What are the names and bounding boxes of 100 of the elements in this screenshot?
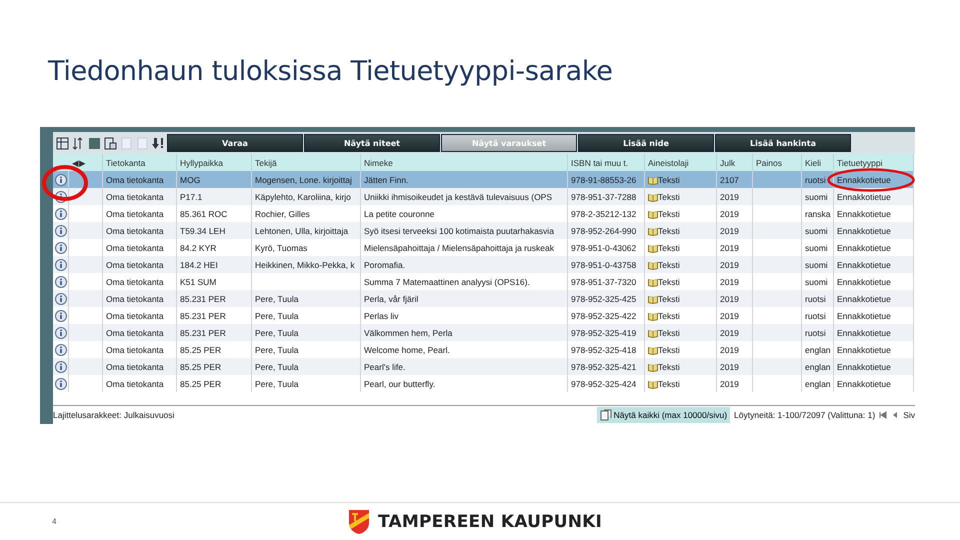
toolbar-button[interactable]: Näytä niteet <box>304 134 440 152</box>
table-cell: ruotsi <box>802 171 834 188</box>
table-cell: 978-2-35212-132 <box>568 205 645 222</box>
table-cell: 85.361 ROC <box>177 205 252 222</box>
table-cell: Oma tietokanta <box>103 239 177 256</box>
table-cell: Oma tietokanta <box>103 171 177 188</box>
toolbar-icon[interactable] <box>72 136 85 150</box>
table-cell: 978-91-88553-26 <box>568 171 645 188</box>
table-cell: Ennakkotietue <box>834 256 914 273</box>
table-cell: suomi <box>802 222 834 239</box>
book-icon <box>648 378 658 388</box>
table-cell: Poromafia. <box>361 256 568 273</box>
table-cell: 978-952-264-990 <box>568 222 645 239</box>
table-cell: Oma tietokanta <box>103 358 177 375</box>
table-cell: ruotsi <box>802 290 834 307</box>
table-cell-text: Teksti <box>658 344 680 354</box>
first-page-icon[interactable] <box>879 411 888 419</box>
table-cell: 2019 <box>717 358 753 375</box>
table-cell: Welcome home, Pearl. <box>361 341 568 358</box>
toolbar-button[interactable]: Lisää nide <box>578 134 714 152</box>
column-header[interactable]: Tekijä <box>252 154 361 171</box>
table-cell: 85.231 PER <box>177 290 252 307</box>
sort-label: Lajittelusarakkeet: Julkaisuvuosi <box>53 410 174 420</box>
table-cell: 978-952-325-421 <box>568 358 645 375</box>
previous-page-icon[interactable] <box>891 411 900 419</box>
table-cell: 2019 <box>717 324 753 341</box>
table-cell: 2019 <box>717 375 753 392</box>
table-cell-text: Teksti <box>658 226 680 236</box>
table-cell: 978-951-0-43062 <box>568 239 645 256</box>
toolbar-icon[interactable] <box>88 136 101 150</box>
column-header[interactable]: ISBN tai muu t. <box>568 154 645 171</box>
column-header[interactable]: Kieli <box>802 154 834 171</box>
column-header[interactable]: Tietuetyyppi <box>834 154 914 171</box>
book-icon <box>648 362 658 372</box>
table-cell: 978-952-325-424 <box>568 375 645 392</box>
table-cell: Uniikki ihmisoikeudet ja kestävä tulevaisuus (OPS <box>361 188 568 205</box>
show-all-button[interactable]: Näytä kaikki (max 10000/sivu) <box>596 407 730 423</box>
table-cell-text: Teksti <box>658 174 680 184</box>
table-cell-text: Teksti <box>658 378 680 388</box>
table-cell-text: Teksti <box>658 208 680 218</box>
table-cell: Ennakkotietue <box>834 290 914 307</box>
table-cell-text: Teksti <box>658 242 680 252</box>
table-cell: Oma tietokanta <box>103 341 177 358</box>
table-cell: 978-952-325-418 <box>568 341 645 358</box>
toolbar-icon[interactable] <box>104 136 117 150</box>
table-cell: 85.25 PER <box>177 341 252 358</box>
table-cell: 978-951-37-7320 <box>568 273 645 290</box>
table-cell: Pere, Tuula <box>252 358 361 375</box>
table-cell: 2019 <box>717 273 753 290</box>
table-cell: Oma tietokanta <box>103 256 177 273</box>
table-cell: 84.2 KYR <box>177 239 252 256</box>
table-cell: 978-952-325-419 <box>568 324 645 341</box>
table-cell: 978-951-37-7288 <box>568 188 645 205</box>
table-cell: Oma tietokanta <box>103 205 177 222</box>
book-icon <box>648 310 658 320</box>
table-cell: 85.231 PER <box>177 307 252 324</box>
table-cell: 2019 <box>717 290 753 307</box>
table-cell: Oma tietokanta <box>103 375 177 392</box>
table-cell: 85.25 PER <box>177 358 252 375</box>
table-cell: englan <box>802 358 834 375</box>
column-header[interactable]: Nimeke <box>361 154 568 171</box>
table-cell: 2019 <box>717 188 753 205</box>
book-icon <box>648 208 658 218</box>
table-cell: suomi <box>802 273 834 290</box>
table-cell: 978-952-325-422 <box>568 307 645 324</box>
table-cell: Mogensen, Lone. kirjoittaj <box>252 171 361 188</box>
book-icon <box>648 226 658 236</box>
column-header[interactable]: Tietokanta <box>103 154 177 171</box>
toolbar-button[interactable]: Varaa <box>167 134 303 152</box>
table-cell: 2107 <box>717 171 753 188</box>
table-cell: Oma tietokanta <box>103 273 177 290</box>
toolbar-button[interactable]: Lisää hankinta <box>715 134 851 152</box>
result-count: Löytyneitä: 1-100/72097 (Valittuna: 1) <box>734 410 876 420</box>
column-header[interactable]: Hyllypaikka <box>177 154 252 171</box>
table-cell: ruotsi <box>802 324 834 341</box>
table-cell: Perla, vår fjäril <box>361 290 568 307</box>
column-header[interactable]: Painos <box>753 154 802 171</box>
table-cell: 85.231 PER <box>177 324 252 341</box>
page-number: 4 <box>52 517 56 526</box>
toolbar-icon[interactable] <box>56 136 69 150</box>
table-cell: Ennakkotietue <box>834 324 914 341</box>
toolbar-icon[interactable] <box>152 136 165 150</box>
table-cell: suomi <box>802 188 834 205</box>
table-cell: Käpylehto, Karoliina, kirjo <box>252 188 361 205</box>
copy-icon <box>600 409 612 421</box>
table-cell-text: Teksti <box>658 294 680 304</box>
column-header[interactable]: Aineistolaji <box>645 154 717 171</box>
page-label: Siv <box>903 410 915 420</box>
table-cell: 85.25 PER <box>177 375 252 392</box>
book-icon <box>648 260 658 270</box>
table-cell-text: Teksti <box>658 260 680 270</box>
book-icon <box>648 294 658 304</box>
column-header[interactable]: Julk <box>717 154 753 171</box>
table-cell: 2019 <box>717 256 753 273</box>
table-cell-text: Teksti <box>658 362 680 372</box>
coat-of-arms-logo <box>348 508 370 534</box>
table-cell: Pearl's life. <box>361 358 568 375</box>
table-cell: T59.34 LEH <box>177 222 252 239</box>
table-cell: englan <box>802 375 834 392</box>
table-cell: 978-952-325-425 <box>568 290 645 307</box>
